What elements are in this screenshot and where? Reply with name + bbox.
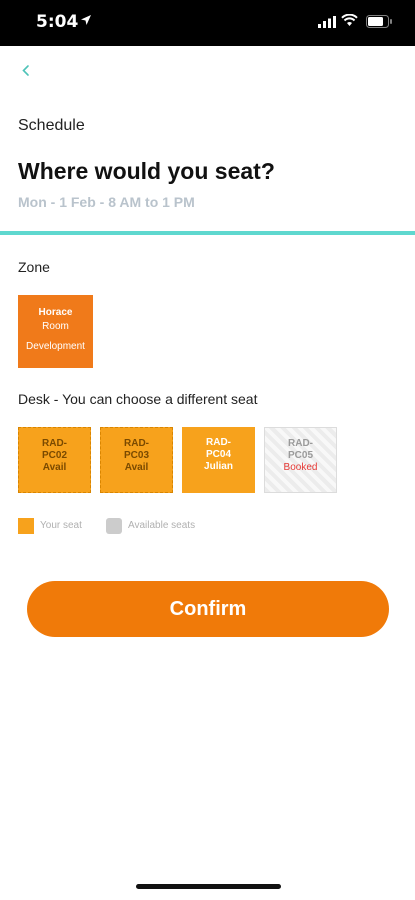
desk-code: PC02: [41, 450, 67, 461]
location-arrow-icon: [81, 15, 91, 25]
section-label: Schedule: [18, 117, 85, 134]
battery-icon: [366, 15, 392, 28]
page-title: Where would you seat?: [18, 158, 275, 184]
wifi-icon: [341, 14, 358, 26]
zone-name-line1: Horace: [38, 307, 73, 318]
zone-name-line2: Room: [42, 321, 69, 332]
desk-code: PC05: [287, 450, 313, 461]
chevron-left-icon: [22, 65, 29, 76]
status-time: 5:04: [36, 12, 79, 32]
desk-tile-rad-pc05: RAD- PC05 Booked: [264, 427, 337, 493]
divider: [0, 231, 415, 235]
desk-status: Avail: [124, 462, 149, 473]
zone-name-line3: Development: [26, 341, 85, 352]
zone-label: Zone: [18, 259, 50, 275]
home-indicator: [136, 884, 281, 889]
desk-code-prefix: RAD-: [124, 438, 149, 449]
cellular-signal-icon: [318, 16, 336, 28]
desk-tile-rad-pc02[interactable]: RAD- PC02 Avail: [18, 427, 91, 493]
desk-code-prefix: RAD-: [42, 438, 67, 449]
desk-status: Avail: [42, 462, 67, 473]
desk-code: PC03: [123, 450, 149, 461]
desk-code-prefix: RAD-: [206, 437, 231, 448]
desk-label: Desk - You can choose a different seat: [18, 391, 258, 407]
desk-tile-rad-pc03[interactable]: RAD- PC03 Avail: [100, 427, 173, 493]
booking-datetime: Mon - 1 Feb - 8 AM to 1 PM: [18, 194, 195, 210]
desk-tile-rad-pc04[interactable]: RAD- PC04 Julian: [182, 427, 255, 493]
legend-available-seats: Available seats: [128, 520, 196, 531]
confirm-button[interactable]: Confirm: [27, 581, 389, 637]
back-button[interactable]: [14, 58, 40, 84]
your-seat-swatch: [18, 518, 34, 534]
zone-tile[interactable]: Horace Room Development: [18, 295, 93, 368]
status-bar: 5:04: [0, 0, 415, 46]
desk-code: PC04: [205, 449, 231, 460]
available-seat-swatch: [106, 518, 122, 534]
desk-status: Julian: [204, 461, 233, 472]
desk-status: Booked: [283, 462, 318, 473]
legend-your-seat: Your seat: [40, 520, 82, 531]
desk-code-prefix: RAD-: [288, 438, 313, 449]
